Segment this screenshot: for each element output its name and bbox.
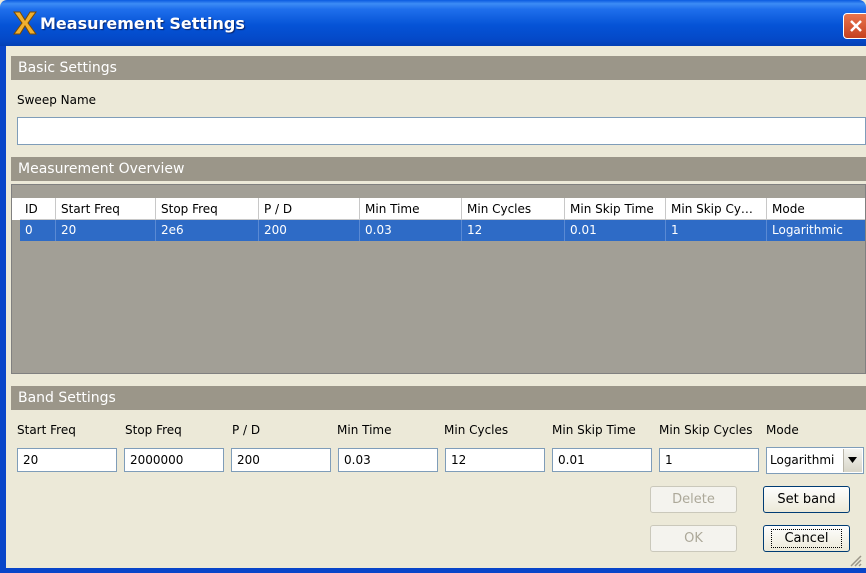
start-freq-input[interactable] [17, 448, 117, 472]
ok-button[interactable]: OK [650, 525, 737, 552]
min-time-input[interactable] [338, 448, 438, 472]
cell-id: 0 [20, 220, 56, 241]
measurement-table[interactable]: ID Start Freq Stop Freq P / D Min Time M… [11, 184, 866, 374]
delete-button[interactable]: Delete [650, 486, 737, 513]
app-x-icon [13, 11, 37, 35]
start-freq-label: Start Freq [17, 423, 76, 437]
cell-pd: 200 [259, 220, 360, 241]
resize-grip-icon[interactable] [848, 553, 862, 567]
cell-mode: Logarithmic [767, 220, 865, 241]
sweep-name-input[interactable] [17, 117, 866, 145]
cell-min-skip-time: 0.01 [565, 220, 666, 241]
column-header-mode[interactable]: Mode [767, 198, 865, 220]
window-title: Measurement Settings [40, 14, 245, 33]
measurement-settings-window: Measurement Settings Basic Settings Swee… [0, 0, 866, 573]
band-settings-header: Band Settings [11, 386, 866, 410]
column-header-start-freq[interactable]: Start Freq [56, 198, 156, 220]
mode-select[interactable]: Logarithmi [766, 447, 864, 474]
column-header-min-skip-time[interactable]: Min Skip Time [565, 198, 666, 220]
cell-min-time: 0.03 [360, 220, 462, 241]
measurement-overview-header: Measurement Overview [11, 157, 866, 181]
stop-freq-input[interactable] [124, 448, 224, 472]
pd-label: P / D [232, 423, 261, 437]
window-border-left [0, 46, 6, 573]
min-skip-time-label: Min Skip Time [552, 423, 636, 437]
table-row[interactable]: 0 20 2e6 200 0.03 12 0.01 1 Logarithmic [12, 220, 865, 241]
set-band-button[interactable]: Set band [763, 486, 850, 513]
column-header-min-skip-cycles[interactable]: Min Skip Cy… [666, 198, 767, 220]
stop-freq-label: Stop Freq [125, 423, 182, 437]
cancel-button[interactable]: Cancel [763, 525, 850, 552]
close-button[interactable] [843, 13, 866, 39]
close-icon [850, 20, 862, 32]
pd-input[interactable] [231, 448, 331, 472]
basic-settings-header: Basic Settings [11, 56, 866, 80]
min-time-label: Min Time [337, 423, 392, 437]
min-skip-cycles-label: Min Skip Cycles [659, 423, 753, 437]
chevron-down-icon [848, 457, 857, 463]
min-skip-cycles-input[interactable] [659, 448, 759, 472]
cancel-button-label: Cancel [771, 529, 842, 548]
column-header-pd[interactable]: P / D [259, 198, 360, 220]
sweep-name-label: Sweep Name [17, 93, 97, 107]
column-header-id[interactable]: ID [20, 198, 56, 220]
window-border-bottom [0, 568, 866, 573]
column-header-min-time[interactable]: Min Time [360, 198, 462, 220]
cell-stop-freq: 2e6 [156, 220, 259, 241]
cell-min-skip-cycles: 1 [666, 220, 767, 241]
title-bar[interactable]: Measurement Settings [0, 0, 866, 46]
cell-start-freq: 20 [56, 220, 156, 241]
cell-min-cycles: 12 [462, 220, 565, 241]
column-header-min-cycles[interactable]: Min Cycles [462, 198, 565, 220]
min-skip-time-input[interactable] [552, 448, 652, 472]
mode-label: Mode [766, 423, 799, 437]
min-cycles-input[interactable] [445, 448, 545, 472]
mode-select-dropdown-button[interactable] [843, 449, 862, 472]
min-cycles-label: Min Cycles [444, 423, 509, 437]
column-header-stop-freq[interactable]: Stop Freq [156, 198, 259, 220]
table-header-row: ID Start Freq Stop Freq P / D Min Time M… [12, 198, 865, 220]
mode-select-value: Logarithmi [770, 453, 835, 467]
